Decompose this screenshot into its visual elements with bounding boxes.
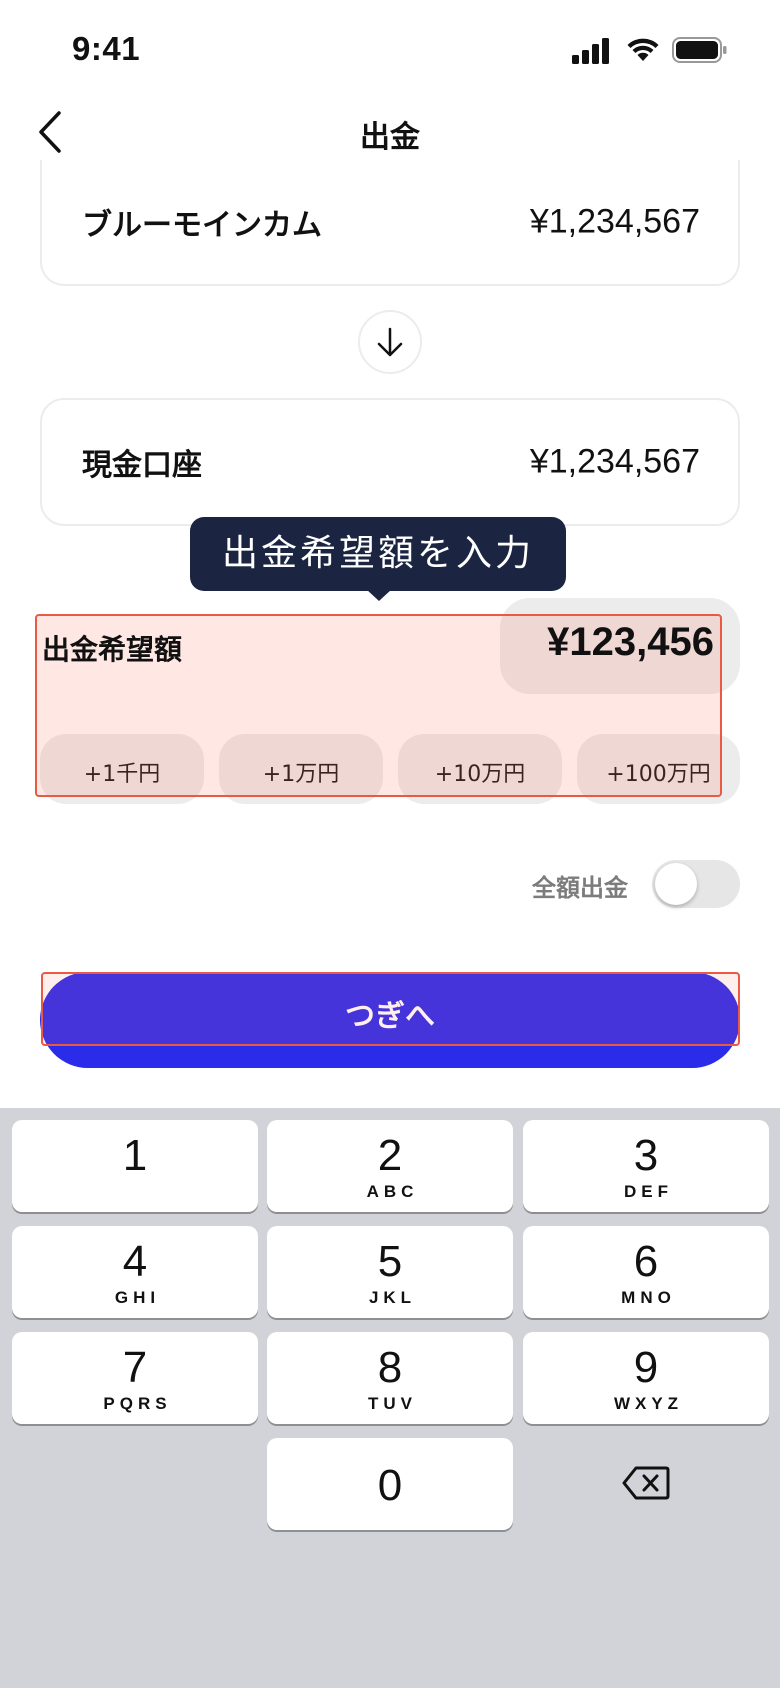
key-6[interactable]: 6 MNO	[523, 1226, 769, 1318]
battery-icon	[672, 37, 727, 63]
tooltip-tail	[366, 589, 392, 601]
wifi-icon	[627, 38, 659, 61]
key-0[interactable]: 0	[267, 1438, 513, 1530]
key-5[interactable]: 5 JKL	[267, 1226, 513, 1318]
to-account-label: 現金口座	[82, 448, 202, 483]
to-account-amount: ¥1,234,567	[529, 442, 700, 481]
full-withdraw-toggle[interactable]	[652, 860, 740, 908]
cellular-signal-icon	[572, 38, 609, 64]
arrow-down-icon	[377, 327, 403, 357]
numeric-keyboard: 1 2 ABC 3 DEF 4 GHI 5 JKL 6 MNO 7 PQRS 8 TUV 9W…	[0, 1108, 780, 1688]
page-title: 出金	[360, 120, 420, 155]
status-bar: 9:41	[0, 0, 780, 100]
from-account-label: ブルーモインカム	[82, 208, 322, 243]
key-1[interactable]: 1	[12, 1120, 258, 1212]
from-account-card[interactable]: ブルーモインカム ¥1,234,567	[40, 160, 740, 286]
next-button-highlight	[41, 972, 740, 1046]
key-7[interactable]: 7 PQRS	[12, 1332, 258, 1424]
to-account-card[interactable]: 現金口座 ¥1,234,567	[40, 398, 740, 526]
toggle-knob	[655, 863, 697, 905]
full-withdraw-label: 全額出金	[532, 874, 628, 902]
amount-value: ¥123,456	[547, 620, 714, 664]
from-account-amount: ¥1,234,567	[529, 202, 700, 241]
tooltip: 出金希望額を入力	[190, 517, 566, 591]
status-time: 9:41	[72, 30, 141, 67]
amount-label: 出金希望額	[42, 633, 183, 666]
key-3[interactable]: 3 DEF	[523, 1120, 769, 1212]
transfer-direction	[358, 310, 422, 374]
key-8[interactable]: 8 TUV	[267, 1332, 513, 1424]
key-2[interactable]: 2 ABC	[267, 1120, 513, 1212]
key-4[interactable]: 4 GHI	[12, 1226, 258, 1318]
key-9[interactable]: 9 WXYZ	[523, 1332, 769, 1424]
delete-backspace-icon[interactable]	[622, 1466, 670, 1500]
navigation-bar: 出金	[0, 100, 780, 164]
